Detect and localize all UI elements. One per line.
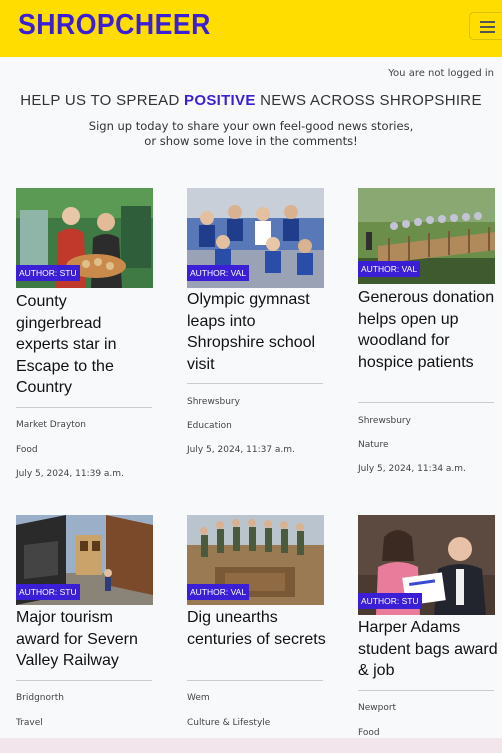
divider (358, 690, 494, 691)
post-category: Food (16, 445, 38, 455)
divider (187, 680, 323, 681)
hero-title: HELP US TO SPREAD POSITIVE NEWS ACROSS S… (0, 92, 502, 109)
post-card[interactable]: AUTHOR: STU Harper Adams student bags aw… (358, 515, 498, 738)
post-date: July 5, 2024, 11:37 a.m. (187, 445, 295, 455)
brand-logo-link[interactable]: SHROPCHEER (18, 9, 211, 42)
footer-strip (0, 738, 502, 753)
divider (16, 407, 152, 408)
post-location: Bridgnorth (16, 693, 64, 703)
post-card[interactable]: AUTHOR: VAL Olympic gymnast leaps into S… (187, 188, 324, 468)
post-card[interactable]: AUTHOR: STU County gingerbread experts s… (16, 188, 153, 488)
post-title[interactable]: County gingerbread experts star in Escap… (16, 291, 156, 399)
author-badge: AUTHOR: STU (16, 584, 80, 600)
post-title[interactable]: Dig unearths centuries of secrets (187, 607, 327, 650)
login-status: You are not logged in (388, 68, 494, 79)
post-title[interactable]: Major tourism award for Severn Valley Ra… (16, 607, 156, 672)
post-location: Shrewsbury (358, 416, 411, 426)
post-date: July 5, 2024, 11:39 a.m. (16, 469, 124, 479)
author-badge: AUTHOR: STU (16, 265, 80, 281)
post-image[interactable] (187, 515, 324, 615)
post-category: Education (187, 421, 232, 431)
author-badge: AUTHOR: VAL (358, 261, 421, 277)
hero-subtitle: Sign up today to share your own feel-goo… (0, 119, 502, 149)
hero-title-before: HELP US TO SPREAD (20, 92, 185, 109)
post-category: Travel (16, 718, 43, 728)
hero-title-highlight: POSITIVE (184, 92, 256, 109)
post-card[interactable]: AUTHOR: VAL Dig unearths centuries of se… (187, 515, 327, 738)
hero-subtitle-line2: or show some love in the comments! (144, 134, 358, 148)
divider (358, 402, 494, 403)
post-card[interactable]: AUTHOR: VAL Generous donation helps open… (358, 188, 495, 488)
post-card[interactable]: AUTHOR: STU Major tourism award for Seve… (16, 515, 153, 738)
post-category: Food (358, 728, 380, 738)
post-category: Nature (358, 440, 389, 450)
post-location: Wem (187, 693, 210, 703)
author-badge: AUTHOR: VAL (187, 584, 250, 600)
navbar: SHROPCHEER (0, 0, 502, 57)
hamburger-menu-icon[interactable] (469, 12, 502, 40)
post-location: Newport (358, 703, 397, 713)
post-title[interactable]: Harper Adams student bags award & job (358, 617, 498, 682)
divider (187, 383, 323, 384)
hero-subtitle-line1: Sign up today to share your own feel-goo… (88, 119, 414, 133)
post-image[interactable] (16, 515, 153, 615)
post-date: July 5, 2024, 11:34 a.m. (358, 464, 466, 474)
divider (16, 680, 152, 681)
author-badge: AUTHOR: VAL (187, 265, 250, 281)
post-title[interactable]: Olympic gymnast leaps into Shropshire sc… (187, 289, 327, 375)
author-badge: AUTHOR: STU (358, 593, 422, 609)
post-category: Culture & Lifestyle (187, 718, 271, 728)
post-location: Shrewsbury (187, 397, 240, 407)
hero-title-after: NEWS ACROSS SHROPSHIRE (255, 92, 482, 109)
post-title[interactable]: Generous donation helps open up woodland… (358, 287, 498, 373)
post-location: Market Drayton (16, 420, 87, 430)
